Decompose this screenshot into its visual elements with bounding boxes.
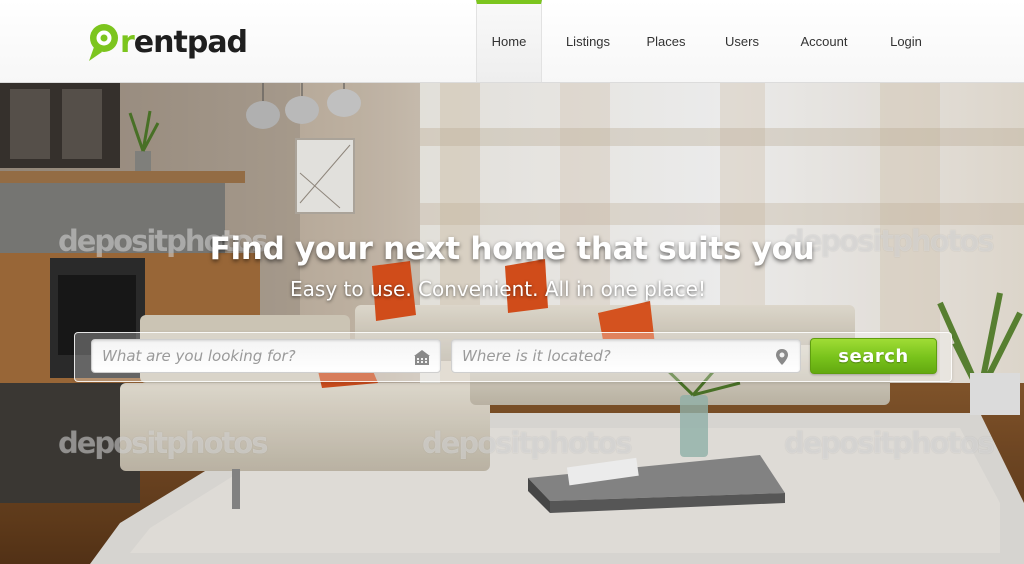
- watermark: depositphotos: [784, 426, 995, 460]
- nav-listings[interactable]: Listings: [542, 0, 634, 82]
- site-header: rentpad Home Listings Places Users Accou…: [0, 0, 1024, 83]
- hero-tagline: Easy to use. Convenient. All in one plac…: [290, 277, 706, 301]
- search-bar: search: [74, 332, 952, 382]
- nav-home[interactable]: Home: [476, 0, 542, 82]
- where-search-input[interactable]: [462, 340, 762, 372]
- location-pin-icon: [776, 349, 788, 365]
- search-button[interactable]: search: [810, 338, 937, 374]
- map-pin-logo-icon: [89, 24, 118, 61]
- nav-users[interactable]: Users: [698, 0, 786, 82]
- rentpad-logo[interactable]: rentpad: [86, 22, 248, 62]
- living-room-photo: [0, 83, 1024, 564]
- what-search-input[interactable]: [102, 340, 402, 372]
- nav-places[interactable]: Places: [634, 0, 698, 82]
- what-field-wrapper: [91, 339, 441, 373]
- watermark: depositphotos: [422, 426, 633, 460]
- hero-headline: Find your next home that suits you: [209, 231, 815, 267]
- watermark: depositphotos: [58, 426, 269, 460]
- where-field-wrapper: [451, 339, 801, 373]
- hero-banner: depositphotos depositphotos depositphoto…: [0, 83, 1024, 564]
- main-nav: Home Listings Places Users Account Login: [476, 0, 950, 82]
- building-icon: [414, 350, 430, 365]
- nav-login[interactable]: Login: [862, 0, 950, 82]
- nav-account[interactable]: Account: [786, 0, 862, 82]
- logo-wordmark: rentpad: [120, 25, 248, 60]
